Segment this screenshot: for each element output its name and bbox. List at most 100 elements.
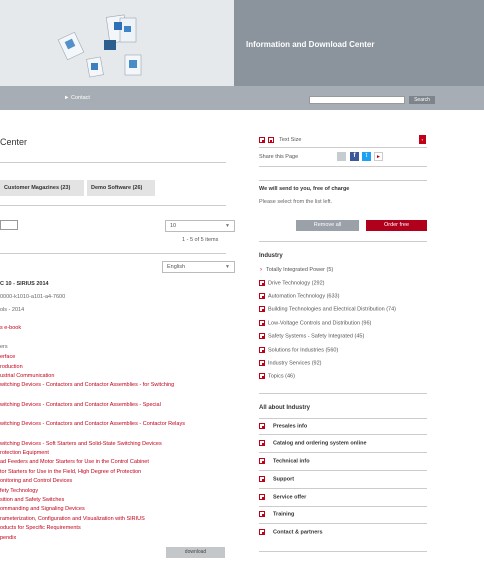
toc-link[interactable]: witching Devices - Contactors and Contac… xyxy=(0,402,161,408)
industry-item[interactable]: › Totally Integrated Power (5) xyxy=(259,267,333,273)
about-item-label: Contact & partners xyxy=(273,529,323,536)
toc-link[interactable]: witching Devices - Contactors and Contac… xyxy=(0,421,185,427)
divider xyxy=(259,241,427,242)
about-item-label: Training xyxy=(273,511,295,518)
header: Information and Download Center xyxy=(0,0,484,86)
text-size-increase-icon[interactable] xyxy=(267,137,274,143)
toc-link[interactable]: ad Feeders and Motor Starters for Use in… xyxy=(0,459,149,465)
text-size-decrease-icon[interactable] xyxy=(259,137,265,143)
toc-link[interactable]: ommanding and Signaling Devices xyxy=(0,506,85,512)
about-item-service[interactable]: Service offer xyxy=(259,494,427,500)
toc-heading: ers xyxy=(0,344,8,350)
industry-item[interactable]: Safety Systems - Safety Integrated (45) xyxy=(259,333,364,339)
plus-box-icon xyxy=(259,511,265,517)
header-image xyxy=(0,0,234,86)
page-size-select[interactable]: 10 ▼ xyxy=(165,220,235,232)
chevron-right-icon: › xyxy=(260,267,262,273)
industry-title: Industry xyxy=(259,253,283,259)
download-button[interactable]: download xyxy=(166,547,225,558)
about-item-catalog[interactable]: Catalog and ordering system online xyxy=(259,440,427,446)
toc-link[interactable]: fety Technology xyxy=(0,488,38,494)
catalog-illustration xyxy=(0,0,234,86)
product-year: ols - 2014 xyxy=(0,307,25,313)
items-count: 1 - 5 of 5 items xyxy=(182,237,219,243)
industry-item[interactable]: Drive Technology (292) xyxy=(259,280,324,286)
email-share-icon[interactable] xyxy=(337,152,346,161)
divider xyxy=(259,470,427,471)
plus-box-icon xyxy=(259,529,265,535)
about-item-label: Service offer xyxy=(273,494,307,501)
divider xyxy=(0,205,226,206)
divider xyxy=(259,418,427,419)
plus-box-icon xyxy=(259,423,265,429)
industry-item[interactable]: Building Technologies and Electrical Dis… xyxy=(259,306,396,312)
divider xyxy=(0,162,226,163)
toc-link[interactable]: rameterization, Configuration and Visual… xyxy=(0,516,145,522)
industry-item[interactable]: Industry Services (92) xyxy=(259,360,322,366)
industry-item[interactable]: Low-Voltage Controls and Distribution (9… xyxy=(259,320,371,326)
industry-item-label: Automation Technology (633) xyxy=(268,293,340,300)
toc-link[interactable]: oducts for Specific Requirements xyxy=(0,525,81,531)
tab-customer-magazines[interactable]: Customer Magazines (23) xyxy=(0,180,84,196)
divider xyxy=(259,166,427,167)
toc-link[interactable]: witching Devices - Contactors and Contac… xyxy=(0,382,174,388)
industry-item-label: Building Technologies and Electrical Dis… xyxy=(268,306,396,313)
divider xyxy=(259,506,427,507)
more-share-icon[interactable]: ► xyxy=(374,152,383,161)
text-size-control: Text Size xyxy=(259,137,301,143)
pdf-icon[interactable]: ▪ xyxy=(419,135,426,144)
search-input[interactable] xyxy=(309,96,405,104)
industry-item-label: Industry Services (92) xyxy=(268,360,322,367)
about-item-contact[interactable]: Contact & partners xyxy=(259,529,427,535)
toc-link[interactable]: tor Starters for Use in the Field, High … xyxy=(0,469,141,475)
nav-contact-label: Contact xyxy=(70,95,90,101)
chevron-down-icon: ▼ xyxy=(225,223,230,229)
divider xyxy=(259,452,427,453)
about-item-training[interactable]: Training xyxy=(259,511,427,517)
ebook-link[interactable]: s e-book xyxy=(0,325,21,331)
toc-link[interactable]: sition and Safety Switches xyxy=(0,497,64,503)
about-item-presales[interactable]: Presales info xyxy=(259,423,427,429)
about-item-support[interactable]: Support xyxy=(259,476,427,482)
twitter-icon[interactable]: t xyxy=(362,152,371,161)
tab-demo-software[interactable]: Demo Software (26) xyxy=(87,180,155,196)
product-number: 0000-k1010-a101-a4-7600 xyxy=(0,294,66,300)
toc-link[interactable]: onitoring and Control Devices xyxy=(0,478,72,484)
free-title: We will send to you, free of charge xyxy=(259,186,350,192)
plus-box-icon xyxy=(259,320,265,326)
chevron-down-icon: ▼ xyxy=(225,264,230,270)
remove-all-button[interactable]: Remove all xyxy=(296,220,359,231)
industry-item[interactable]: Topics (46) xyxy=(259,373,295,379)
toc-link[interactable]: pendix xyxy=(0,535,16,541)
toc-link[interactable]: erface xyxy=(0,354,15,360)
industry-item-label: Drive Technology (292) xyxy=(268,280,325,287)
facebook-icon[interactable]: f xyxy=(350,152,359,161)
nav-contact-link[interactable]: ► Contact xyxy=(64,95,90,101)
toc-link[interactable]: witching Devices - Soft Starters and Sol… xyxy=(0,441,162,447)
about-item-label: Catalog and ordering system online xyxy=(273,440,367,447)
about-item-label: Technical info xyxy=(273,458,310,465)
language-select[interactable]: English ▼ xyxy=(162,261,235,273)
toc-link[interactable]: ustrial Communication xyxy=(0,373,54,379)
plus-box-icon xyxy=(259,440,265,446)
toc-link[interactable]: roduction xyxy=(0,364,23,370)
toc-link[interactable]: rotection Equipment xyxy=(0,450,49,456)
filter-input[interactable] xyxy=(0,220,18,230)
order-free-button[interactable]: Order free xyxy=(366,220,427,231)
search-button[interactable]: Search xyxy=(409,96,435,104)
text-size-label: Text Size xyxy=(279,137,302,144)
industry-item[interactable]: Solutions for Industries (560) xyxy=(259,347,338,353)
plus-box-icon xyxy=(259,306,265,312)
page-size-value: 10 xyxy=(170,223,177,229)
page-title: Center xyxy=(0,137,28,147)
free-subtitle: Please select from the list left. xyxy=(259,199,333,205)
industry-item[interactable]: Automation Technology (633) xyxy=(259,293,339,299)
about-title: All about Industry xyxy=(259,405,310,411)
about-item-technical[interactable]: Technical info xyxy=(259,458,427,464)
industry-item-label: Totally Integrated Power (5) xyxy=(266,267,334,273)
industry-item-label: Topics (46) xyxy=(268,373,295,380)
plus-box-icon xyxy=(259,458,265,464)
divider xyxy=(259,434,427,435)
divider xyxy=(259,393,427,394)
industry-item-label: Safety Systems - Safety Integrated (45) xyxy=(268,333,365,340)
